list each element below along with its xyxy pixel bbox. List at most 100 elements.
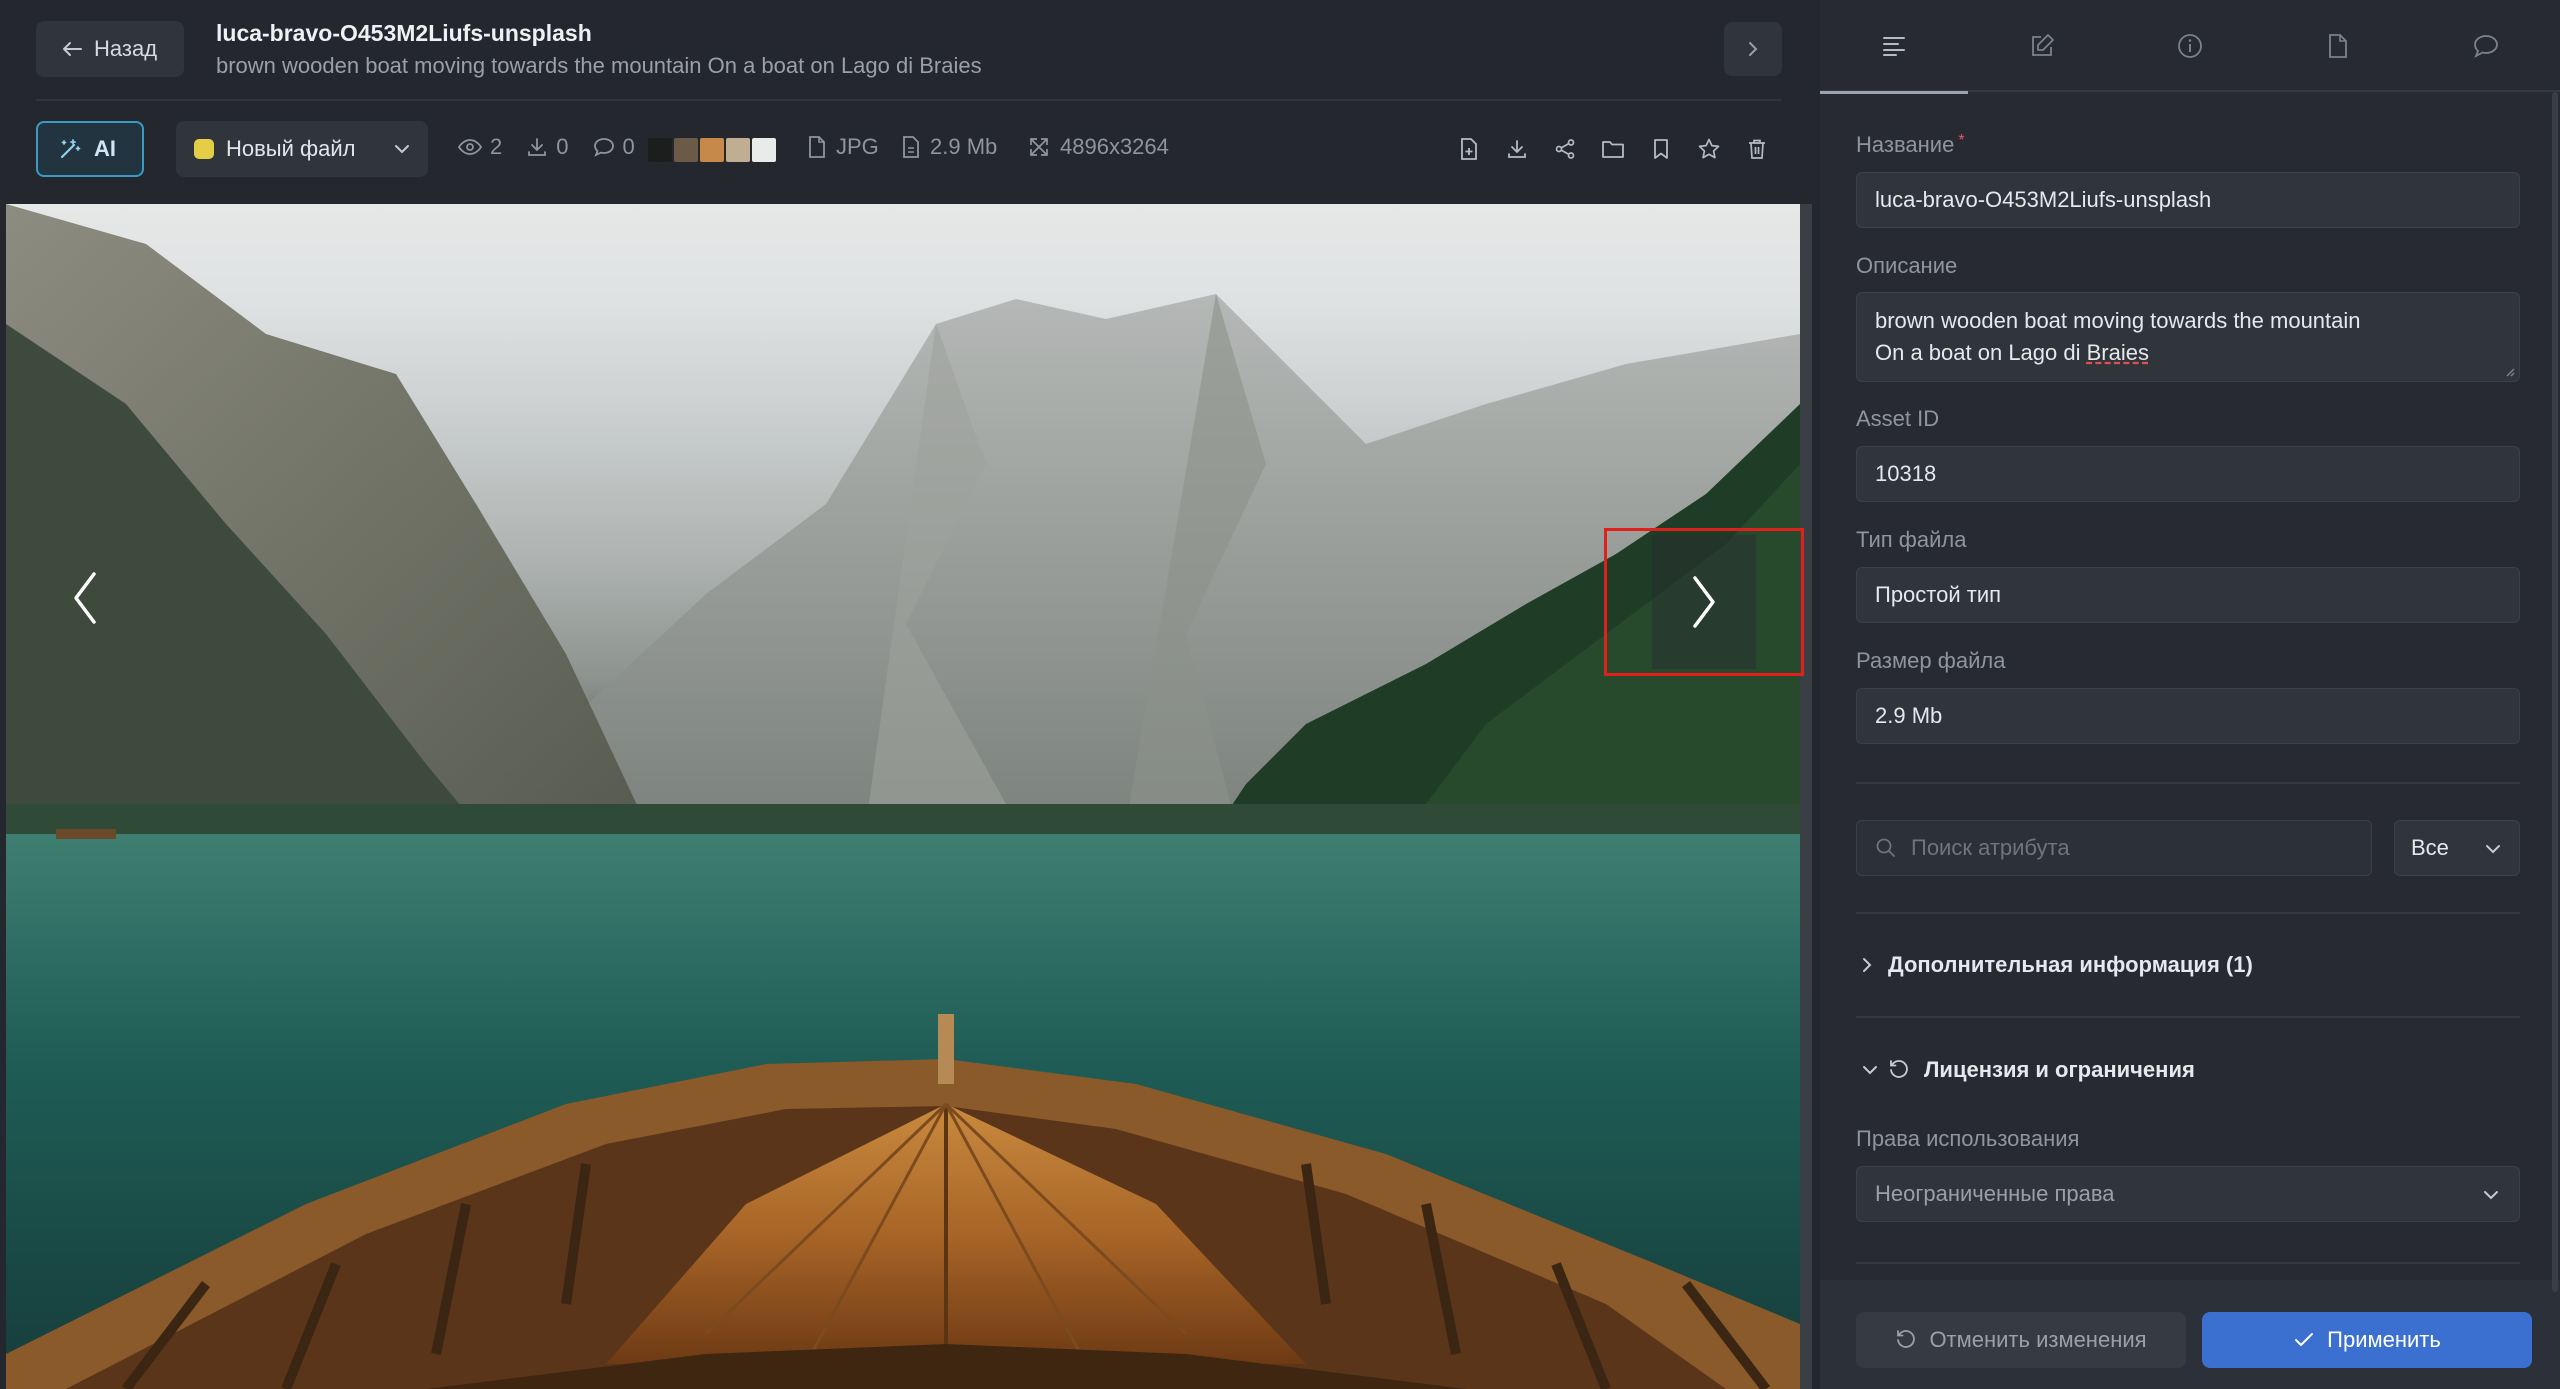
dimensions-value: 4896x3264	[1060, 134, 1169, 159]
file-size-label: Размер файла	[1856, 648, 2006, 673]
asset-id-label: Asset ID	[1856, 406, 1940, 431]
license-label: Лицензия и ограничения	[1924, 1057, 2195, 1082]
palette-swatch[interactable]	[648, 138, 672, 162]
search-icon	[1875, 837, 1897, 859]
apply-button[interactable]: Применить	[2202, 1312, 2532, 1368]
image-preview[interactable]	[6, 204, 1800, 1389]
bookmark-icon[interactable]	[1648, 136, 1674, 162]
attribute-search-placeholder: Поиск атрибута	[1911, 835, 2070, 860]
chevron-down-icon	[2484, 1191, 2498, 1200]
undo-icon	[1895, 1329, 1917, 1351]
panel-scrollbar[interactable]	[2552, 92, 2558, 1292]
magic-wand-icon	[58, 137, 82, 161]
divider	[1856, 1016, 2520, 1018]
file-stats: 2 0 0	[458, 134, 635, 160]
asset-id-field[interactable]: 10318	[1856, 446, 2520, 502]
chevron-down-icon	[2486, 845, 2500, 854]
comments-count: 0	[622, 134, 635, 159]
usage-rights-label: Права использования	[1856, 1126, 2080, 1151]
list-icon	[1882, 35, 1906, 57]
description-textarea[interactable]: brown wooden boat moving towards the mou…	[1856, 292, 2520, 382]
tab-info[interactable]	[2116, 0, 2264, 92]
palette-swatch[interactable]	[752, 138, 776, 162]
file-size-icon	[902, 136, 920, 158]
file-title-block: luca-bravo-O453M2Liufs-unsplash brown wo…	[216, 18, 1676, 81]
asset-id-value: 10318	[1875, 461, 1937, 486]
tab-details[interactable]	[1820, 0, 1968, 94]
chevron-down-icon	[392, 139, 412, 159]
file-size-field[interactable]: 2.9 Mb	[1856, 688, 2520, 744]
divider	[1856, 912, 2520, 914]
star-icon[interactable]	[1696, 136, 1722, 162]
chevron-down-icon	[1860, 1060, 1880, 1080]
file-add-icon[interactable]	[1456, 136, 1482, 162]
viewer-pane: Назад luca-bravo-O453M2Liufs-unsplash br…	[0, 0, 1812, 1389]
info-icon	[2177, 33, 2203, 59]
eye-icon	[458, 138, 482, 156]
cancel-changes-button[interactable]: Отменить изменения	[1856, 1312, 2186, 1368]
file-actions	[1456, 136, 1770, 162]
color-palette	[648, 138, 776, 162]
divider	[1856, 782, 2520, 784]
download-icon[interactable]	[1504, 136, 1530, 162]
file-type-field[interactable]: Простой тип	[1856, 567, 2520, 623]
status-dot	[194, 139, 214, 159]
next-file-button[interactable]	[1724, 22, 1782, 76]
divider	[1856, 1262, 2520, 1264]
trash-icon[interactable]	[1744, 136, 1770, 162]
description-line-1: brown wooden boat moving towards the mou…	[1875, 308, 2361, 333]
download-count-icon	[526, 136, 548, 158]
comment-icon	[2473, 34, 2499, 58]
attribute-filter-value: Все	[2411, 835, 2449, 860]
history-icon	[1888, 1059, 1910, 1081]
next-image-hotspot[interactable]	[1652, 535, 1756, 669]
palette-swatch[interactable]	[674, 138, 698, 162]
apply-label: Применить	[2327, 1327, 2441, 1352]
palette-swatch[interactable]	[700, 138, 724, 162]
file-type-label: Тип файла	[1856, 527, 1967, 552]
check-icon	[2293, 1331, 2315, 1349]
back-button[interactable]: Назад	[36, 21, 184, 77]
resize-grip-icon[interactable]	[2503, 365, 2515, 377]
share-icon[interactable]	[1552, 136, 1578, 162]
panel-tabs	[1820, 0, 2560, 94]
panel-footer: Отменить изменения Применить	[1820, 1280, 2560, 1389]
size-value: 2.9 Mb	[930, 134, 998, 159]
file-title: luca-bravo-O453M2Liufs-unsplash	[216, 20, 592, 46]
ai-label: AI	[94, 136, 116, 161]
description-line-2: On a boat on Lago di Braies	[1875, 340, 2149, 365]
next-image-button[interactable]	[1604, 528, 1804, 676]
downloads-count: 0	[556, 134, 569, 159]
status-label: Новый файл	[226, 136, 356, 161]
views-count: 2	[490, 134, 503, 159]
chevron-right-icon	[1747, 40, 1759, 58]
chevron-right-icon	[1860, 955, 1874, 975]
file-type-value: Простой тип	[1875, 582, 2002, 607]
tab-comments[interactable]	[2412, 0, 2560, 92]
usage-rights-value: Неограниченные права	[1875, 1181, 2115, 1206]
expand-icon	[1028, 136, 1050, 158]
photo-scene	[6, 204, 1800, 1389]
status-select[interactable]: Новый файл	[176, 121, 428, 177]
name-input[interactable]: luca-bravo-O453M2Liufs-unsplash	[1856, 172, 2520, 228]
folder-icon[interactable]	[1600, 136, 1626, 162]
format-value: JPG	[836, 134, 879, 159]
ai-button[interactable]: AI	[36, 121, 144, 177]
viewer-scrollbar[interactable]	[1800, 204, 1812, 1389]
file-format: JPG	[808, 134, 879, 160]
back-label: Назад	[94, 36, 158, 61]
license-toggle[interactable]: Лицензия и ограничения	[1860, 1057, 2195, 1083]
palette-swatch[interactable]	[726, 138, 750, 162]
description-label: Описание	[1856, 253, 1958, 278]
attribute-search-input[interactable]: Поиск атрибута	[1856, 820, 2372, 876]
usage-rights-select[interactable]: Неограниченные права	[1856, 1166, 2520, 1222]
edit-icon	[2029, 33, 2055, 59]
file-dimensions: 4896x3264	[1028, 134, 1169, 160]
file-icon	[808, 136, 826, 158]
extra-info-toggle[interactable]: Дополнительная информация (1)	[1860, 952, 2253, 978]
chevron-right-large-icon	[1689, 572, 1719, 632]
prev-image-button[interactable]	[70, 568, 100, 628]
tab-file[interactable]	[2264, 0, 2412, 92]
tab-edit[interactable]	[1968, 0, 2116, 92]
attribute-filter-select[interactable]: Все	[2394, 820, 2520, 876]
